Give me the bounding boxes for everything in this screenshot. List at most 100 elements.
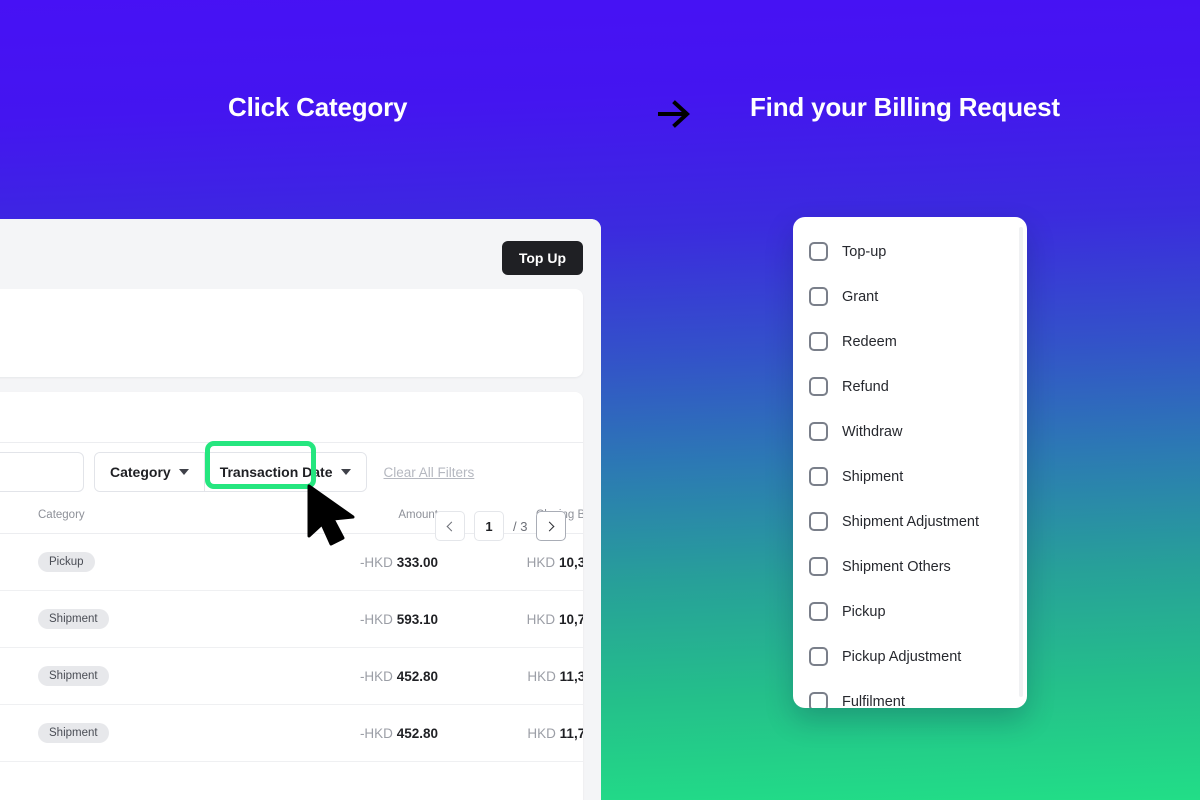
pagination-next-button[interactable] — [536, 511, 567, 541]
balance-value: 11,310.98 — [559, 668, 583, 684]
category-dropdown-panel: Top-up Grant Redeem Refund Withdraw Shipment S… — [793, 217, 1027, 708]
checkbox-icon[interactable] — [809, 692, 828, 708]
category-option-pickup[interactable]: Pickup — [793, 589, 1027, 634]
card-title-strip — [0, 392, 583, 443]
row-id-cell: 10 — [0, 704, 38, 762]
category-option-label: Top-up — [842, 243, 887, 260]
panel-header: Top Up — [0, 219, 601, 289]
category-pill: Shipment — [38, 666, 109, 686]
table-row: 79Shipment-HKD 593.10HKD 10,717.88 — [0, 590, 583, 648]
category-option-label: Refund — [842, 378, 889, 395]
balance-value: 10,717.88 — [558, 611, 583, 627]
row-category-cell: Pickup — [38, 533, 248, 591]
row-balance-cell: HKD 11,763.78 — [438, 704, 583, 762]
balance-currency: HKD — [527, 725, 556, 741]
checkbox-icon[interactable] — [809, 557, 828, 576]
category-option-pickup-adjustment[interactable]: Pickup Adjustment — [793, 634, 1027, 679]
category-option-label: Redeem — [842, 333, 897, 350]
chevron-down-icon — [340, 469, 351, 475]
balance-currency: HKD — [527, 668, 556, 684]
row-id-cell: 08 — [0, 647, 38, 705]
checkbox-icon[interactable] — [809, 287, 828, 306]
amount-value: 452.80 — [396, 668, 438, 684]
category-option-withdraw[interactable]: Withdraw — [793, 409, 1027, 454]
checkbox-icon[interactable] — [809, 602, 828, 621]
top-up-button[interactable]: Top Up — [501, 241, 583, 276]
amount-currency: -HKD — [359, 611, 393, 627]
row-category-cell: Shipment — [38, 590, 248, 648]
mouse-pointer-icon — [307, 484, 355, 546]
chevron-left-icon — [446, 521, 457, 531]
chevron-down-icon — [178, 469, 189, 475]
table-row: 10Shipment-HKD 452.80HKD 11,763.78 — [0, 704, 583, 762]
row-amount-cell: -HKD 452.80 — [248, 647, 438, 705]
table-body: 06Pickup-HKD 333.00HKD 10,384.8879Shipme… — [0, 533, 583, 762]
column-header-id — [0, 501, 38, 534]
balance-value: 11,763.78 — [559, 725, 583, 741]
category-option-fulfilment[interactable]: Fulfilment — [793, 679, 1027, 708]
filter-category-label: Category — [110, 464, 171, 480]
pagination-current-page[interactable]: 1 — [474, 511, 504, 541]
balance-card — [0, 289, 583, 377]
category-option-label: Pickup — [842, 603, 886, 620]
pagination-prev-button[interactable] — [435, 511, 465, 541]
row-amount-cell: -HKD 593.10 — [248, 590, 438, 648]
category-option-label: Withdraw — [842, 423, 903, 440]
checkbox-icon[interactable] — [809, 422, 828, 441]
category-option-redeem[interactable]: Redeem — [793, 319, 1027, 364]
row-balance-cell: HKD 10,717.88 — [438, 590, 583, 648]
pagination: 1 / 3 — [435, 511, 567, 541]
balance-currency: HKD — [526, 611, 556, 627]
category-option-label: Shipment — [842, 468, 904, 485]
category-option-grant[interactable]: Grant — [793, 274, 1027, 319]
category-option-label: Shipment Adjustment — [842, 513, 980, 530]
amount-value: 593.10 — [396, 611, 438, 627]
instruction-heading-right: Find your Billing Request — [750, 92, 1060, 122]
category-option-label: Pickup Adjustment — [842, 648, 962, 665]
category-option-label: Grant — [842, 288, 879, 305]
row-amount-cell: -HKD 452.80 — [248, 704, 438, 762]
category-option-label: Fulfilment — [842, 693, 905, 709]
balance-value: 10,384.88 — [558, 554, 583, 570]
checkbox-icon[interactable] — [809, 242, 828, 261]
filters-toolbar: Category Transaction Date Clear All Filt… — [0, 443, 583, 501]
amount-currency: -HKD — [359, 554, 393, 570]
checkbox-icon[interactable] — [809, 377, 828, 396]
table-row: 06Pickup-HKD 333.00HKD 10,384.88 — [0, 533, 583, 591]
clear-all-filters-link[interactable]: Clear All Filters — [384, 465, 475, 480]
row-balance-cell: HKD 10,384.88 — [438, 533, 583, 591]
amount-currency: -HKD — [359, 725, 393, 741]
row-id-cell: 79 — [0, 590, 38, 648]
checkbox-icon[interactable] — [809, 467, 828, 486]
row-category-cell: Shipment — [38, 704, 248, 762]
filter-category-button[interactable]: Category — [95, 453, 205, 491]
row-category-cell: Shipment — [38, 647, 248, 705]
amount-currency: -HKD — [359, 668, 393, 684]
arrow-right-icon — [658, 100, 690, 128]
screenshot-canvas: Click Category Find your Billing Request… — [0, 0, 1200, 800]
category-option-top-up[interactable]: Top-up — [793, 229, 1027, 274]
search-input[interactable] — [0, 452, 84, 492]
pagination-total-pages: / 3 — [513, 518, 528, 534]
filter-transaction-date-label: Transaction Date — [219, 464, 333, 480]
category-option-refund[interactable]: Refund — [793, 364, 1027, 409]
category-option-shipment[interactable]: Shipment — [793, 454, 1027, 499]
table-row: 08Shipment-HKD 452.80HKD 11,310.98 — [0, 647, 583, 705]
category-pill: Pickup — [38, 552, 95, 572]
checkbox-icon[interactable] — [809, 512, 828, 531]
transactions-card: Category Transaction Date Clear All Filt… — [0, 392, 583, 800]
checkbox-icon[interactable] — [809, 647, 828, 666]
category-option-label: Shipment Others — [842, 558, 951, 575]
checkbox-icon[interactable] — [809, 332, 828, 351]
category-pill: Shipment — [38, 609, 109, 629]
row-balance-cell: HKD 11,310.98 — [438, 647, 583, 705]
row-id-cell: 06 — [0, 533, 38, 591]
category-option-shipment-adjustment[interactable]: Shipment Adjustment — [793, 499, 1027, 544]
amount-value: 452.80 — [396, 725, 438, 741]
billing-panel: Top Up Category Transaction Date Clear A… — [0, 219, 601, 800]
dropdown-scrollbar[interactable] — [1019, 227, 1023, 697]
column-header-category: Category — [38, 501, 248, 534]
category-option-shipment-others[interactable]: Shipment Others — [793, 544, 1027, 589]
chevron-right-icon — [545, 521, 555, 531]
category-pill: Shipment — [38, 723, 109, 743]
